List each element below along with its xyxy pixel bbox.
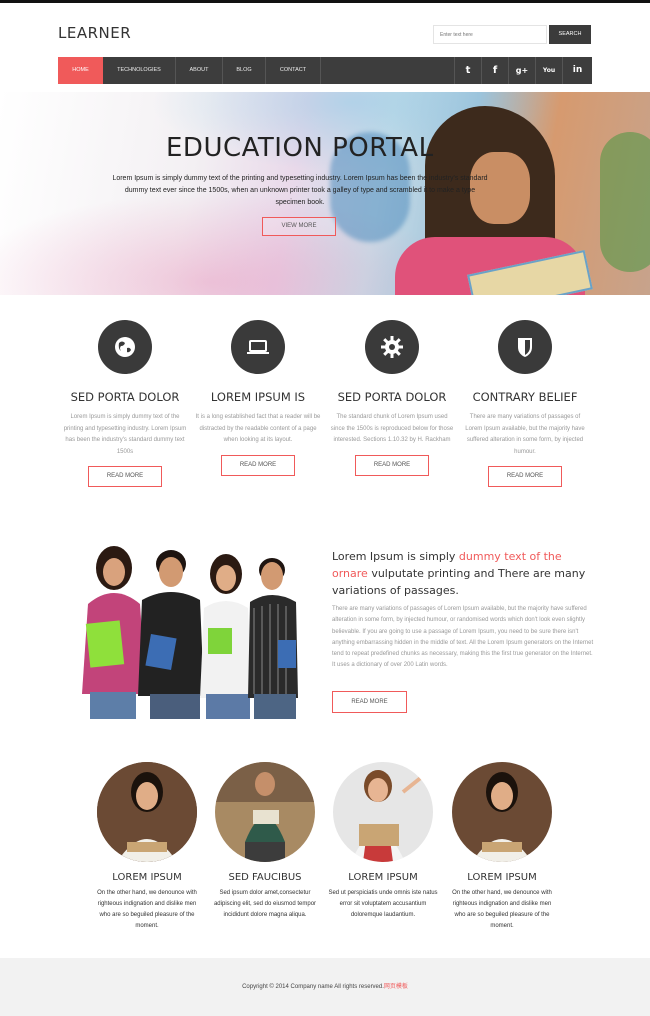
students-image: [82, 546, 298, 719]
about-text: There are many variations of passages of…: [332, 606, 594, 669]
footer-link[interactable]: 网页模板: [384, 984, 408, 990]
feature-title: SED PORTA DOLOR: [70, 390, 180, 404]
team-member-text: On the other hand, we denounce with righ…: [452, 890, 552, 929]
team-member-text: Sed ipsum dolor amet,consectetur adipisc…: [213, 890, 317, 918]
copyright-text: Copyright © 2014 Company name All rights…: [242, 984, 384, 990]
about-heading: Lorem Ipsum is simply dummy text of the …: [332, 548, 594, 599]
read-more-button[interactable]: READ MORE: [221, 454, 295, 476]
nav-item-technologies[interactable]: TECHNOLOGIES: [103, 57, 175, 84]
site-logo[interactable]: LEARNER: [58, 24, 131, 42]
team-member-card: LOREM IPSUM Sed ut perspiciatis unde omn…: [328, 762, 438, 921]
team-member-name: LOREM IPSUM: [467, 872, 537, 883]
team-member-photo: [97, 762, 197, 862]
search-button[interactable]: SEARCH: [549, 25, 591, 44]
search-input[interactable]: [433, 25, 547, 44]
team-member-text: On the other hand, we denounce with righ…: [97, 890, 197, 929]
feature-text: It is a long established fact that a rea…: [195, 414, 321, 443]
team-member-card: LOREM IPSUM On the other hand, we denoun…: [447, 762, 557, 932]
feature-card: SED PORTA DOLOR The standard chunk of Lo…: [325, 320, 459, 476]
feature-title: LOREM IPSUM IS: [210, 390, 306, 404]
read-more-button[interactable]: READ MORE: [355, 454, 429, 476]
read-more-button[interactable]: READ MORE: [488, 466, 562, 487]
nav-item-contact[interactable]: CONTACT: [266, 57, 320, 84]
read-more-button[interactable]: READ MORE: [88, 466, 162, 487]
hero-title: EDUCATION PORTAL: [166, 133, 434, 163]
google-plus-icon[interactable]: g+: [508, 57, 535, 84]
read-more-button[interactable]: READ MORE: [332, 691, 407, 713]
team-member-photo: [333, 762, 433, 862]
team-member-name: SED FAUCIBUS: [228, 872, 302, 883]
twitter-icon[interactable]: t: [454, 57, 481, 84]
feature-card: CONTRARY BELIEF There are many variation…: [458, 320, 592, 487]
feature-text: Lorem Ipsum is simply dummy text of the …: [63, 414, 187, 455]
team-member-text: Sed ut perspiciatis unde omnis iste natu…: [328, 890, 438, 918]
about-heading-text: Lorem Ipsum is simply: [332, 550, 459, 563]
linkedin-icon[interactable]: in: [562, 57, 592, 84]
about-heading-text: vulputate printing and There are many va…: [332, 567, 586, 597]
hero-description: Lorem Ipsum is simply dummy text of the …: [112, 175, 488, 206]
gear-icon: [365, 320, 419, 374]
youtube-icon[interactable]: You: [535, 57, 562, 84]
globe-icon: [98, 320, 152, 374]
team-member-photo: [215, 762, 315, 862]
team-member-card: LOREM IPSUM On the other hand, we denoun…: [92, 762, 202, 932]
laptop-icon: [231, 320, 285, 374]
team-member-photo: [452, 762, 552, 862]
nav-item-blog[interactable]: BLOG: [223, 57, 265, 84]
main-navigation: HOME TECHNOLOGIES ABOUT BLOG CONTACT t f…: [58, 57, 592, 84]
feature-text: The standard chunk of Lorem Ipsum used s…: [330, 414, 454, 443]
team-member-name: LOREM IPSUM: [112, 872, 182, 883]
team-member-name: LOREM IPSUM: [348, 872, 418, 883]
shield-icon: [498, 320, 552, 374]
nav-item-home[interactable]: HOME: [58, 57, 103, 84]
team-member-card: SED FAUCIBUS Sed ipsum dolor amet,consec…: [210, 762, 320, 921]
feature-card: SED PORTA DOLOR Lorem Ipsum is simply du…: [58, 320, 192, 487]
facebook-icon[interactable]: f: [481, 57, 508, 84]
feature-text: There are many variations of passages of…: [465, 414, 585, 455]
footer-copyright: Copyright © 2014 Company name All rights…: [0, 981, 650, 990]
nav-item-about[interactable]: ABOUT: [176, 57, 222, 84]
view-more-button[interactable]: VIEW MORE: [262, 217, 336, 236]
feature-title: CONTRARY BELIEF: [472, 390, 578, 404]
feature-title: SED PORTA DOLOR: [337, 390, 447, 404]
top-border: [0, 0, 650, 3]
nav-divider: [320, 57, 321, 84]
feature-card: LOREM IPSUM IS It is a long established …: [191, 320, 325, 476]
hero-background-child: [600, 132, 650, 272]
